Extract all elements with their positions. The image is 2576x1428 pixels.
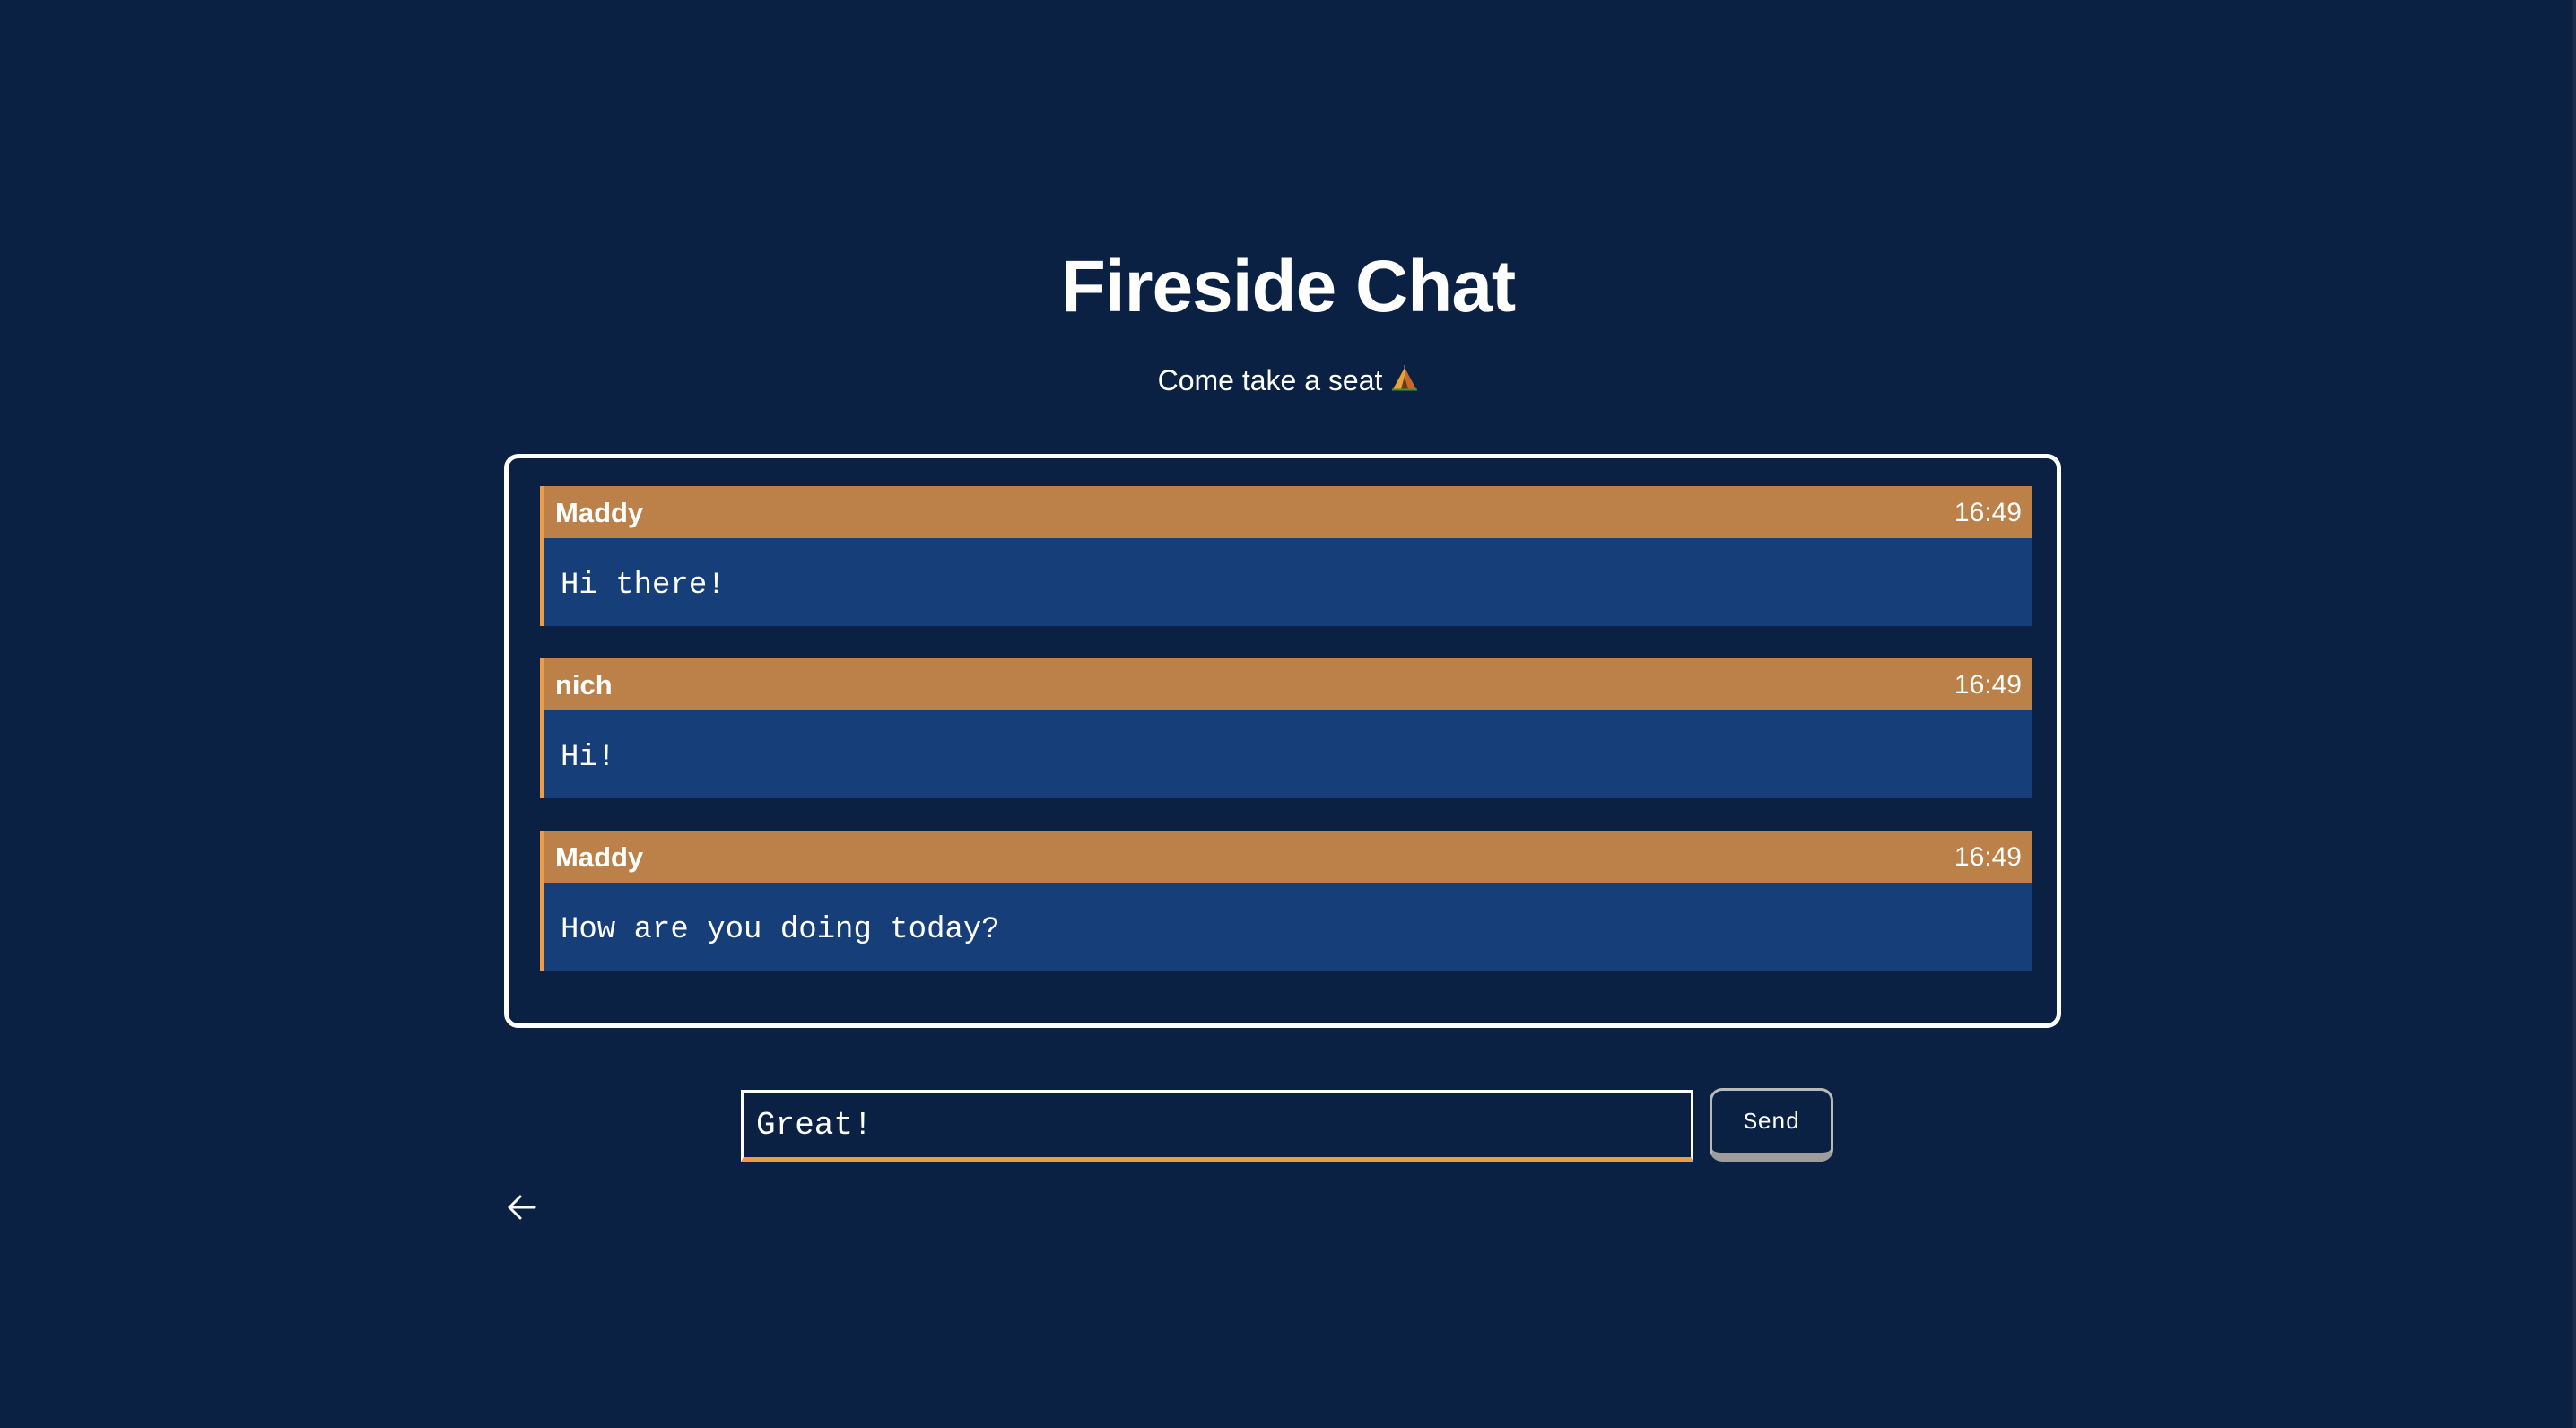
message-author: Maddy [555,497,644,528]
message-timestamp: 16:49 [1954,670,2022,700]
message-author: Maddy [555,841,644,873]
message-author: nich [555,669,613,701]
chat-messages-panel[interactable]: Maddy 16:49 Hi there! nich 16:49 Hi! Mad… [504,454,2061,1028]
message-body: Hi there! [544,538,2032,626]
chat-message: Maddy 16:49 Hi there! [540,486,2032,626]
subtitle-text: Come take a seat [1157,364,1383,396]
message-timestamp: 16:49 [1954,498,2022,527]
message-header: nich 16:49 [544,658,2032,710]
message-text: Hi there! [561,569,726,603]
message-body: Hi! [544,710,2032,798]
message-body: How are you doing today? [544,883,2032,971]
message-text: Hi! [561,741,616,775]
message-header: Maddy 16:49 [544,486,2032,538]
message-text: How are you doing today? [561,913,1000,947]
message-header: Maddy 16:49 [544,831,2032,883]
back-button[interactable] [502,1189,542,1229]
arrow-left-icon [506,1191,538,1228]
message-input[interactable] [741,1090,1693,1162]
chat-message: nich 16:49 Hi! [540,658,2032,798]
chat-message: Maddy 16:49 How are you doing today? [540,831,2032,971]
message-timestamp: 16:49 [1954,842,2022,872]
send-button[interactable]: Send [1710,1088,1833,1162]
camping-tent-icon [1391,362,1418,402]
page-subtitle: Come take a seat [0,361,2576,402]
page-title: Fireside Chat [1060,246,1516,327]
